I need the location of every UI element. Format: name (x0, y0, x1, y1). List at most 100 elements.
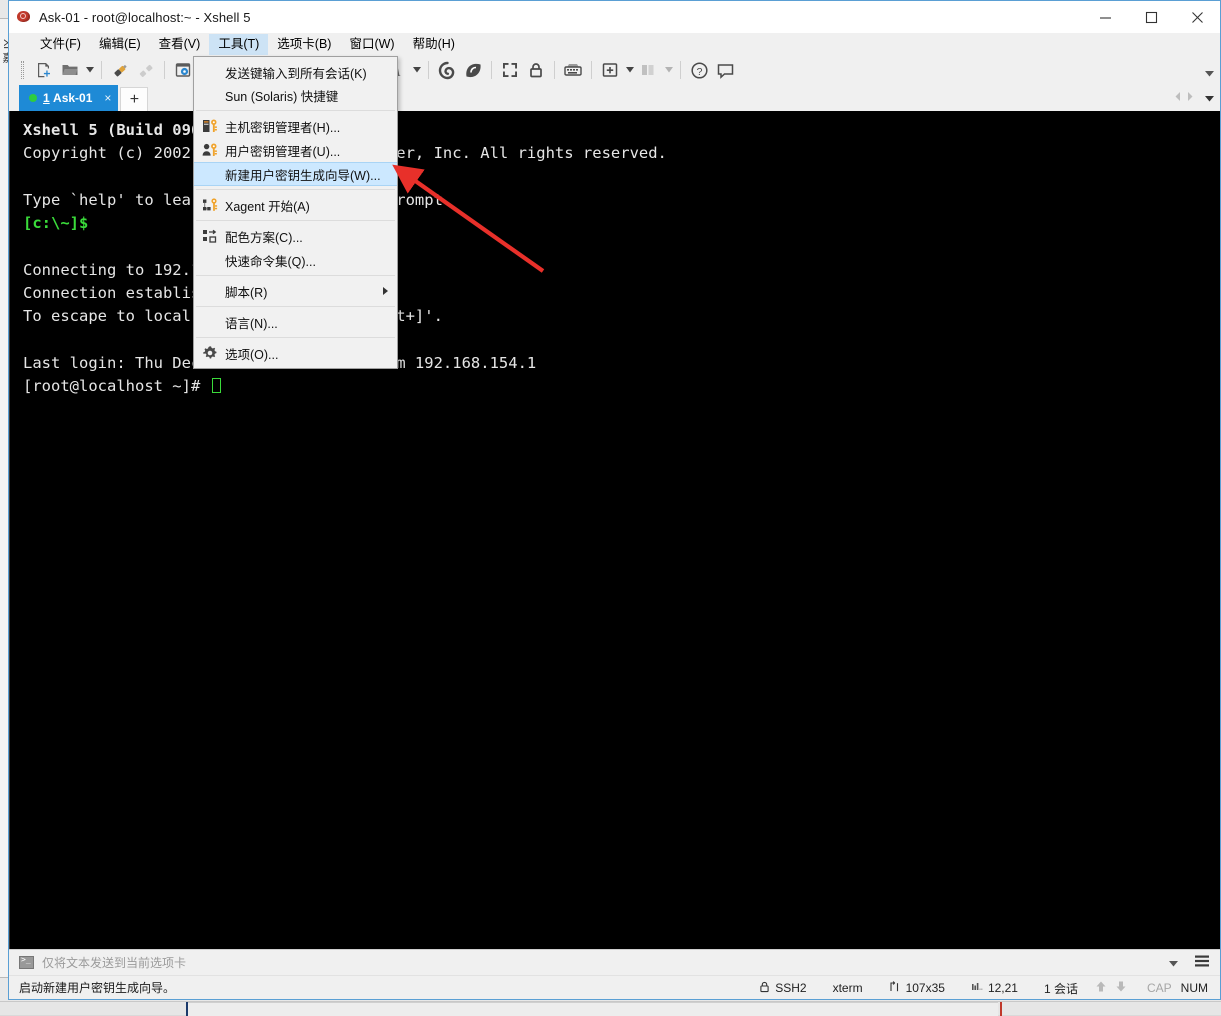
taskbar[interactable] (0, 1001, 1221, 1015)
menu-separator (196, 337, 395, 338)
toolbar-overflow-caret-icon[interactable] (1205, 64, 1214, 82)
menu-item-options[interactable]: 选项(O)... (194, 341, 397, 365)
next-tab-icon[interactable] (1185, 89, 1195, 107)
status-session-count[interactable]: 1 会话 (1031, 980, 1091, 997)
status-upload[interactable] (1091, 980, 1111, 996)
arrange-caret-icon[interactable] (662, 58, 675, 82)
status-download[interactable] (1111, 980, 1131, 996)
tab-navigation (1173, 89, 1214, 107)
status-caps-lock: CAP (1131, 981, 1179, 995)
menu-item-sun-solaris-shortcuts[interactable]: Sun (Solaris) 快捷键 (194, 83, 397, 107)
taskbar-area (188, 1002, 998, 1016)
color-scheme-icon (198, 228, 222, 244)
status-terminal-type[interactable]: xterm (820, 981, 876, 995)
lock-icon[interactable] (523, 58, 549, 82)
folder-open-icon[interactable] (57, 58, 83, 82)
font-caret-icon[interactable] (410, 58, 423, 82)
menu-item-host-key-manager[interactable]: 主机密钥管理者(H)... (194, 114, 397, 138)
submenu-arrow-icon (383, 287, 388, 295)
spiral-alt-icon[interactable] (460, 58, 486, 82)
menu-item-quick-commands[interactable]: 快速命令集(Q)... (194, 248, 397, 272)
menu-label: 脚本(R) (222, 282, 267, 301)
toolbar-grip[interactable] (21, 61, 24, 79)
terminal-pane[interactable]: Xshell 5 (Build 0964) Copyright (c) 2002… (9, 111, 1220, 949)
menu-separator (196, 306, 395, 307)
add-layout-caret-icon[interactable] (623, 58, 636, 82)
new-session-button[interactable] (31, 58, 57, 82)
status-size[interactable]: 107x35 (876, 981, 958, 996)
menu-item-send-key-all-sessions[interactable]: 发送键输入到所有会话(K) (194, 59, 397, 83)
status-terminal-type-label: xterm (833, 981, 863, 995)
toolbar-separator (101, 61, 102, 79)
tab-status-dot (29, 94, 37, 102)
hamburger-icon[interactable] (1194, 954, 1216, 973)
send-text-bar: 仅将文本发送到当前选项卡 (9, 949, 1220, 975)
taskbar-marker-red (1000, 1002, 1002, 1016)
menu-item-new-user-key-wizard[interactable]: 新建用户密钥生成向导(W)... (194, 162, 397, 186)
speech-bubble-icon[interactable] (712, 58, 738, 82)
status-caps-lock-label: CAP (1147, 981, 1172, 995)
status-indicators: SSH2 xterm 107x35 (746, 976, 1210, 1000)
xshell-main-window: Ask-01 - root@localhost:~ - Xshell 5 文件(… (8, 0, 1221, 1000)
menu-window[interactable]: 窗口(W) (340, 34, 403, 55)
up-arrow-icon (1095, 980, 1107, 996)
resize-icon (889, 981, 901, 996)
close-icon[interactable]: × (104, 91, 111, 105)
menu-separator (196, 275, 395, 276)
title-bar[interactable]: Ask-01 - root@localhost:~ - Xshell 5 (9, 1, 1220, 33)
keyboard-icon[interactable] (560, 58, 586, 82)
open-session-caret-icon[interactable] (83, 58, 96, 82)
gear-icon (198, 345, 222, 361)
menu-item-xagent-start[interactable]: Xagent 开始(A) (194, 193, 397, 217)
menu-separator (196, 189, 395, 190)
add-box-icon[interactable] (597, 58, 623, 82)
menu-tools[interactable]: 工具(T) (209, 34, 268, 55)
prev-tab-icon[interactable] (1173, 89, 1183, 107)
minimize-icon[interactable] (1082, 1, 1128, 33)
menu-label: 主机密钥管理者(H)... (222, 117, 340, 136)
menu-item-user-key-manager[interactable]: 用户密钥管理者(U)... (194, 138, 397, 162)
fullscreen-icon[interactable] (497, 58, 523, 82)
status-num-lock-label: NUM (1181, 981, 1208, 995)
menu-tab[interactable]: 选项卡(B) (268, 34, 340, 55)
tab-ask-01[interactable]: 1 Ask-01 × (19, 85, 118, 111)
close-icon[interactable] (1174, 1, 1220, 33)
menu-item-color-scheme[interactable]: 配色方案(C)... (194, 224, 397, 248)
send-bar-controls (1159, 950, 1216, 976)
new-tab-button[interactable]: + (120, 87, 148, 111)
xshell-icon (16, 9, 32, 25)
svg-text:?: ? (696, 66, 702, 78)
menu-bar: 文件(F) 编辑(E) 查看(V) 工具(T) 选项卡(B) 窗口(W) 帮助(… (9, 33, 1220, 55)
toolbar-separator (491, 61, 492, 79)
menu-edit[interactable]: 编辑(E) (90, 34, 150, 55)
send-text-input[interactable]: 仅将文本发送到当前选项卡 (42, 954, 186, 971)
terminal-cursor (212, 378, 221, 393)
menu-file[interactable]: 文件(F) (31, 34, 90, 55)
window-controls (1082, 1, 1220, 33)
maximize-icon[interactable] (1128, 1, 1174, 33)
lock-icon (759, 981, 770, 996)
menu-help[interactable]: 帮助(H) (404, 34, 464, 55)
toolbar-separator (164, 61, 165, 79)
status-message: 启动新建用户密钥生成向导。 (19, 979, 175, 996)
toolbar-separator (428, 61, 429, 79)
menu-item-script[interactable]: 脚本(R) (194, 279, 397, 303)
terminal-output: Xshell 5 (Build 0964) Copyright (c) 2002… (10, 111, 1220, 399)
question-circle-icon[interactable]: ? (686, 58, 712, 82)
tab-bar: 1 Ask-01 × + (9, 85, 1220, 111)
status-cursor-position[interactable]: 12,21 (958, 981, 1031, 996)
arrange-panes-icon[interactable] (636, 58, 662, 82)
menu-label: 发送键输入到所有会话(K) (222, 63, 367, 82)
tab-list-icon[interactable] (1205, 89, 1214, 107)
send-bar-caret-icon[interactable] (1159, 954, 1188, 972)
menu-item-language[interactable]: 语言(N)... (194, 310, 397, 334)
spiral-icon[interactable] (434, 58, 460, 82)
plug-connect-icon[interactable] (107, 58, 133, 82)
xagent-icon (198, 197, 222, 213)
plug-disconnect-icon[interactable] (133, 58, 159, 82)
status-protocol[interactable]: SSH2 (746, 981, 819, 996)
menu-view[interactable]: 查看(V) (150, 34, 210, 55)
status-session-count-label: 1 会话 (1044, 980, 1078, 997)
menu-label: 新建用户密钥生成向导(W)... (222, 165, 381, 184)
host-key-icon (198, 118, 222, 134)
